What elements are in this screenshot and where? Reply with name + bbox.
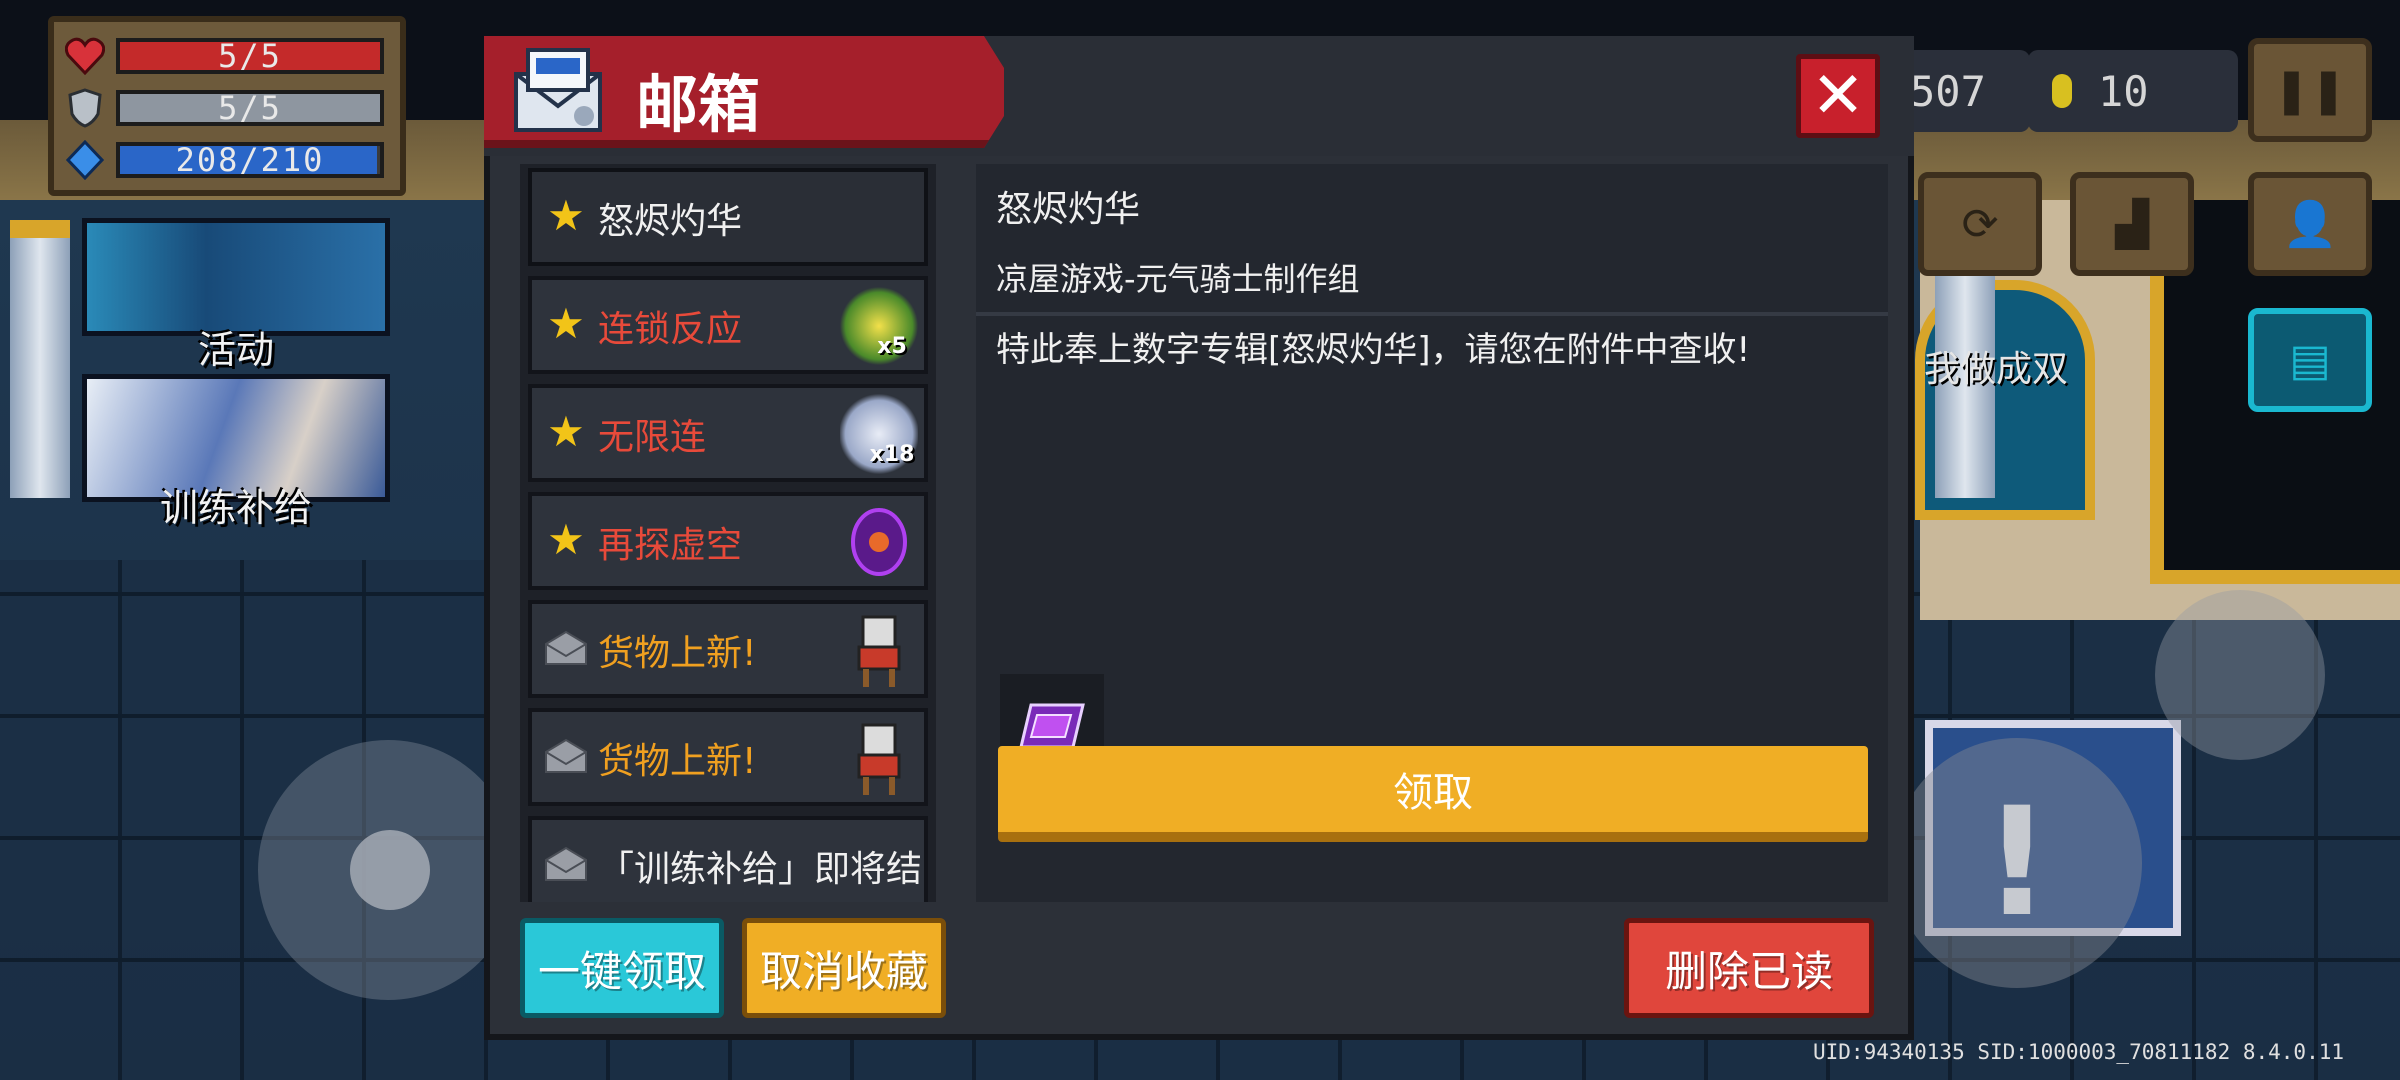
mail-list[interactable]: ★ 怒烬灼华 ★ 连锁反应 x5 ★ 无限连 x18 ★ 再探虚空 货物上新! … bbox=[520, 164, 936, 902]
training-supply-banner[interactable]: 训练补给 bbox=[82, 374, 390, 530]
mail-sender: 凉屋游戏-元气骑士制作组 bbox=[996, 260, 1360, 298]
mailbox-header: 邮箱 ✕ bbox=[484, 36, 1914, 156]
energy-bar: 208/210 bbox=[116, 141, 384, 179]
merchant-cat-thumbnail bbox=[840, 610, 918, 690]
mail-list-item[interactable]: 「训练补给」即将结 bbox=[528, 816, 928, 902]
pillar bbox=[10, 220, 70, 498]
skill-icon: ! bbox=[1982, 776, 2052, 950]
skill-button[interactable]: ! bbox=[1892, 738, 2142, 988]
claim-label: 领取 bbox=[1393, 770, 1473, 816]
health-bar: 5/5 bbox=[116, 37, 384, 75]
star-icon: ★ bbox=[547, 515, 585, 564]
mail-envelope-icon bbox=[512, 46, 604, 134]
mail-item-title: 货物上新! bbox=[598, 633, 757, 674]
pause-icon: ❚❚ bbox=[2273, 64, 2347, 116]
star-icon: ★ bbox=[547, 299, 585, 348]
player-stats-panel: 5/5 5/5 208/210 bbox=[48, 16, 406, 196]
health-text: 5/5 bbox=[218, 37, 282, 75]
profile-icon: 👤 bbox=[2282, 199, 2338, 250]
coin-counter: 10 bbox=[2028, 50, 2238, 132]
health-row: 5/5 bbox=[64, 30, 390, 82]
mail-item-title: 「训练补给」即将结 bbox=[598, 849, 923, 890]
stairs-icon: ▟ bbox=[2115, 198, 2149, 250]
activity-label: 活动 bbox=[197, 328, 274, 372]
armor-bar: 5/5 bbox=[116, 89, 384, 127]
claim-button[interactable]: 领取 bbox=[998, 746, 1868, 842]
mail-body-text: 特此奉上数字专辑[怒烬灼华]，请您在附件中查收! bbox=[996, 330, 1751, 370]
mail-detail-title: 怒烬灼华 bbox=[996, 189, 1141, 230]
mail-list-item[interactable]: 货物上新! bbox=[528, 708, 928, 806]
mail-item-title: 无限连 bbox=[598, 417, 707, 458]
mail-list-item[interactable]: ★ 再探虚空 bbox=[528, 492, 928, 590]
chat-button[interactable]: ▤ bbox=[2248, 308, 2372, 412]
divider bbox=[976, 312, 1888, 316]
stairs-button[interactable]: ▟ bbox=[2070, 172, 2194, 276]
mail-item-title: 怒烬灼华 bbox=[598, 201, 743, 242]
reward-count: x5 bbox=[877, 333, 907, 359]
side-caption: 我做成双 bbox=[1924, 349, 2069, 390]
shield-icon bbox=[64, 87, 106, 129]
gem-count: 507 bbox=[1910, 66, 1986, 116]
armor-text: 5/5 bbox=[218, 89, 282, 127]
chat-icon: ▤ bbox=[2289, 334, 2331, 386]
mail-item-title: 再探虚空 bbox=[598, 525, 743, 566]
open-envelope-icon bbox=[544, 842, 588, 886]
reward-thumbnail: x18 bbox=[840, 394, 918, 474]
mail-detail-panel: 怒烬灼华 凉屋游戏-元气骑士制作组 特此奉上数字专辑[怒烬灼华]，请您在附件中查… bbox=[976, 164, 1888, 902]
armor-row: 5/5 bbox=[64, 82, 390, 134]
gem-counter: 507 bbox=[1900, 50, 2030, 132]
mail-item-title: 连锁反应 bbox=[598, 309, 743, 350]
joystick-knob[interactable] bbox=[350, 830, 430, 910]
activity-banner[interactable]: 活动 bbox=[82, 218, 390, 372]
weapon-swap-button[interactable] bbox=[2155, 590, 2325, 760]
mail-list-item[interactable]: ★ 怒烬灼华 bbox=[528, 168, 928, 266]
unfavorite-label: 取消收藏 bbox=[759, 946, 928, 996]
refresh-icon: ⟳ bbox=[1961, 198, 1999, 250]
mailbox-dialog: 邮箱 ✕ ★ 怒烬灼华 ★ 连锁反应 x5 ★ 无限连 x18 ★ 再探虚空 货… bbox=[484, 36, 1914, 1040]
version-info: UID:94340135 SID:1000003_70811182 8.4.0.… bbox=[1813, 1040, 2345, 1064]
pause-button[interactable]: ❚❚ bbox=[2248, 38, 2372, 142]
reward-count: x18 bbox=[869, 441, 915, 467]
profile-button[interactable]: 👤 bbox=[2248, 172, 2372, 276]
claim-all-label: 一键领取 bbox=[537, 946, 706, 996]
delete-read-label: 删除已读 bbox=[1664, 946, 1833, 996]
heart-icon bbox=[64, 35, 106, 77]
coin-count: 10 bbox=[2098, 66, 2149, 116]
merchant-cat-thumbnail bbox=[840, 718, 918, 798]
claim-all-button[interactable]: 一键领取 bbox=[520, 918, 724, 1018]
album-icon bbox=[1019, 703, 1085, 749]
energy-diamond-icon bbox=[64, 139, 106, 181]
mail-item-title: 货物上新! bbox=[598, 741, 757, 782]
emote-button[interactable]: ⟳ bbox=[1918, 172, 2042, 276]
close-icon: ✕ bbox=[1811, 59, 1865, 133]
energy-text: 208/210 bbox=[175, 141, 325, 179]
energy-row: 208/210 bbox=[64, 134, 390, 186]
mail-list-item[interactable]: 货物上新! bbox=[528, 600, 928, 698]
unfavorite-button[interactable]: 取消收藏 bbox=[742, 918, 946, 1018]
coin-icon bbox=[2052, 74, 2072, 108]
mail-list-item[interactable]: ★ 连锁反应 x5 bbox=[528, 276, 928, 374]
close-button[interactable]: ✕ bbox=[1796, 54, 1880, 138]
open-envelope-icon bbox=[544, 734, 588, 778]
star-icon: ★ bbox=[547, 407, 585, 456]
void-orb-thumbnail bbox=[840, 502, 918, 582]
reward-thumbnail: x5 bbox=[840, 286, 918, 366]
delete-read-button[interactable]: 删除已读 bbox=[1624, 918, 1874, 1018]
training-supply-label: 训练补给 bbox=[159, 486, 312, 530]
mailbox-title: 邮箱 bbox=[636, 68, 761, 141]
open-envelope-icon bbox=[544, 626, 588, 670]
mail-list-item[interactable]: ★ 无限连 x18 bbox=[528, 384, 928, 482]
star-icon: ★ bbox=[547, 191, 585, 240]
